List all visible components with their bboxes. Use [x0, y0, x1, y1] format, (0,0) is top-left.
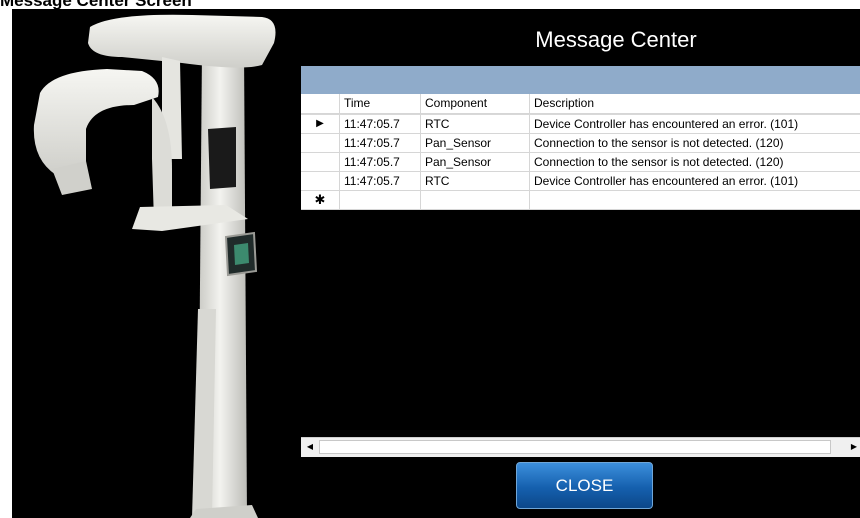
table-row[interactable]: 11:47:05.7 RTC Device Controller has enc… [301, 172, 860, 191]
time-cell[interactable]: 11:47:05.7 [340, 172, 421, 191]
message-grid: Time Component Description ▶ 11:47:05.7 … [301, 66, 860, 457]
new-row[interactable]: ✱ [301, 191, 860, 210]
row-selector-header [301, 94, 340, 114]
description-cell[interactable]: Connection to the sensor is not detected… [530, 134, 860, 153]
table-row[interactable]: 11:47:05.7 Pan_Sensor Connection to the … [301, 134, 860, 153]
table-row[interactable]: 11:47:05.7 Pan_Sensor Connection to the … [301, 153, 860, 172]
component-cell[interactable]: Pan_Sensor [421, 134, 530, 153]
time-cell[interactable] [340, 191, 421, 210]
time-cell[interactable]: 11:47:05.7 [340, 134, 421, 153]
page-heading: Message Center Screen [0, 0, 192, 10]
description-cell[interactable] [530, 191, 860, 210]
row-selector[interactable] [301, 172, 340, 191]
time-cell[interactable]: 11:47:05.7 [340, 115, 421, 134]
time-cell[interactable]: 11:47:05.7 [340, 153, 421, 172]
xray-device-image [33, 14, 276, 518]
table-row[interactable]: ▶ 11:47:05.7 RTC Device Controller has e… [301, 115, 860, 134]
component-cell[interactable] [421, 191, 530, 210]
description-cell[interactable]: Connection to the sensor is not detected… [530, 153, 860, 172]
component-cell[interactable]: Pan_Sensor [421, 153, 530, 172]
column-header-component[interactable]: Component [421, 94, 530, 114]
row-selector[interactable] [301, 134, 340, 153]
component-cell[interactable]: RTC [421, 172, 530, 191]
horizontal-scrollbar[interactable]: ◀ ▶ [301, 437, 860, 457]
message-center-title: Message Center [535, 27, 697, 52]
grid-header-row: Time Component Description [301, 94, 860, 115]
new-row-asterisk-icon: ✱ [301, 191, 340, 210]
scroll-left-arrow-icon[interactable]: ◀ [303, 440, 317, 454]
column-header-description[interactable]: Description [530, 94, 860, 114]
message-center-screen: Message Center Time Component Descriptio… [12, 9, 860, 518]
description-cell[interactable]: Device Controller has encountered an err… [530, 172, 860, 191]
row-selector[interactable] [301, 153, 340, 172]
grid-top-bar [301, 66, 860, 94]
column-header-time[interactable]: Time [340, 94, 421, 114]
scroll-right-arrow-icon[interactable]: ▶ [847, 440, 860, 454]
close-button[interactable]: CLOSE [516, 462, 653, 509]
current-row-indicator-icon: ▶ [301, 115, 340, 134]
component-cell[interactable]: RTC [421, 115, 530, 134]
scrollbar-thumb[interactable] [319, 440, 831, 454]
description-cell[interactable]: Device Controller has encountered an err… [530, 115, 860, 134]
